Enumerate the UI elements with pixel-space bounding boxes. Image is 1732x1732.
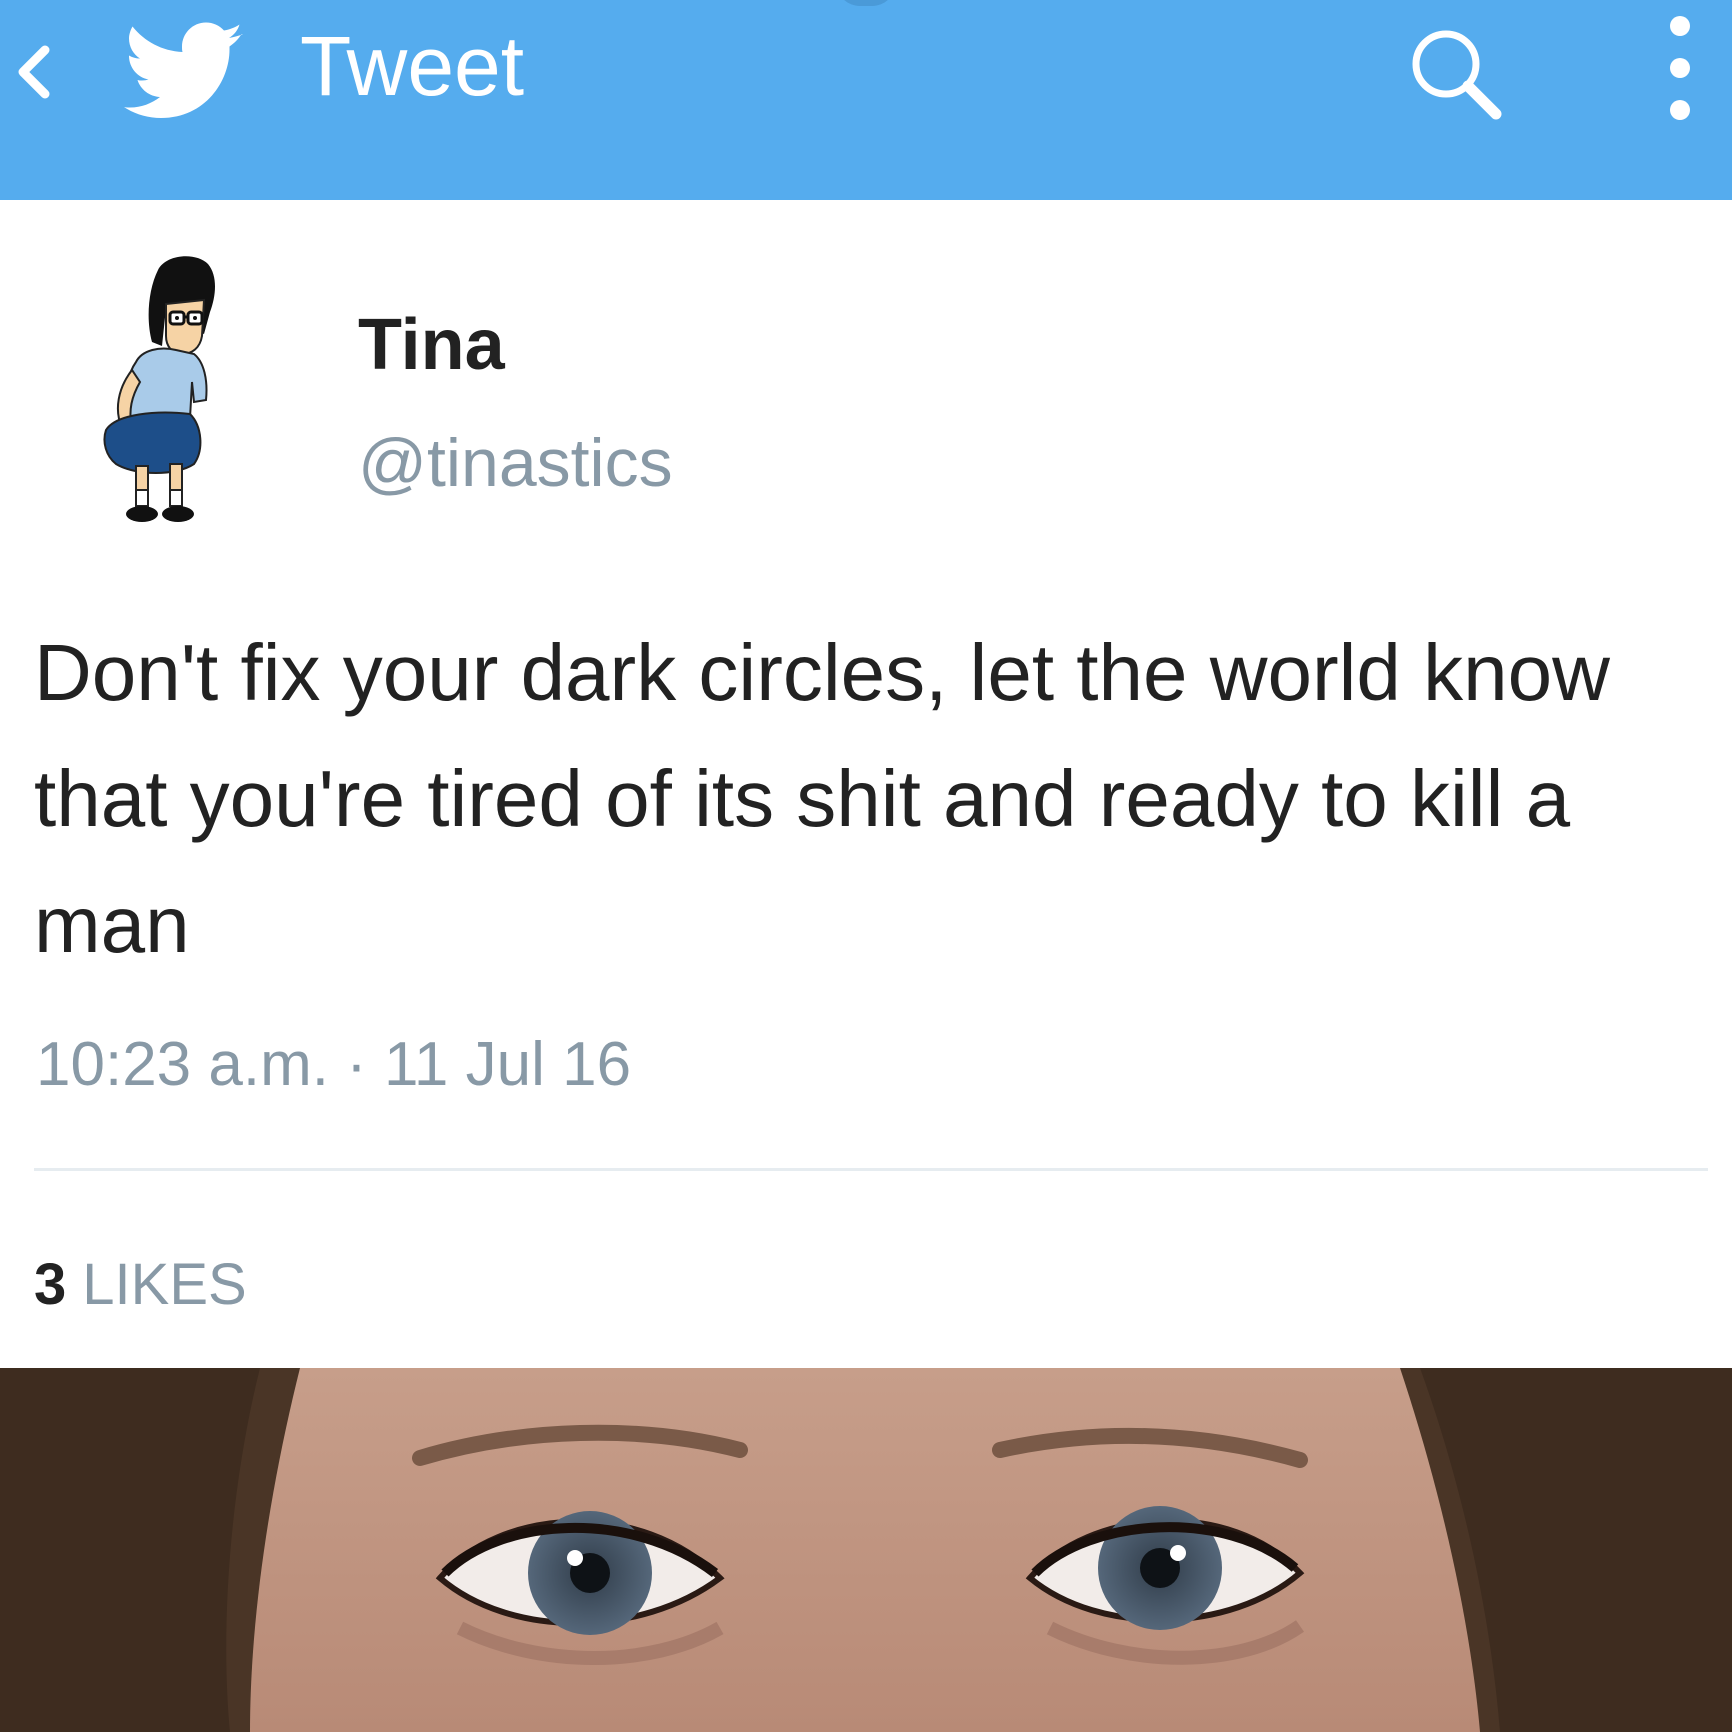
app-bar: Tweet <box>0 0 1732 200</box>
tweet-text: Don't fix your dark circles, let the wor… <box>34 628 1610 969</box>
likes-label: LIKES <box>82 1252 247 1317</box>
search-icon <box>1412 30 1502 120</box>
attached-photo[interactable] <box>0 1368 1732 1732</box>
divider <box>34 1168 1708 1171</box>
chevron-left-icon <box>18 45 50 99</box>
page-title: Tweet <box>300 19 525 113</box>
display-name[interactable]: Tina <box>358 300 505 390</box>
status-notch <box>836 0 896 6</box>
likes-count: 3 <box>34 1252 67 1317</box>
search-button[interactable] <box>1400 18 1510 128</box>
eyes-photo-image <box>0 1368 1732 1732</box>
likes-count-link[interactable]: 3 LIKES <box>34 1240 247 1330</box>
tweet-screen: Tweet Tina @tinastics Don't fix your dar… <box>0 0 1732 1732</box>
more-options-button[interactable] <box>1650 6 1710 126</box>
tweet-timestamp: 10:23 a.m. · 11 Jul 16 <box>36 1030 632 1099</box>
user-handle[interactable]: @tinastics <box>358 418 673 508</box>
twitter-bird-icon <box>124 22 243 118</box>
avatar[interactable] <box>96 250 246 540</box>
more-vertical-icon <box>1670 16 1690 120</box>
back-button[interactable] <box>8 32 58 112</box>
avatar-image <box>103 256 215 522</box>
